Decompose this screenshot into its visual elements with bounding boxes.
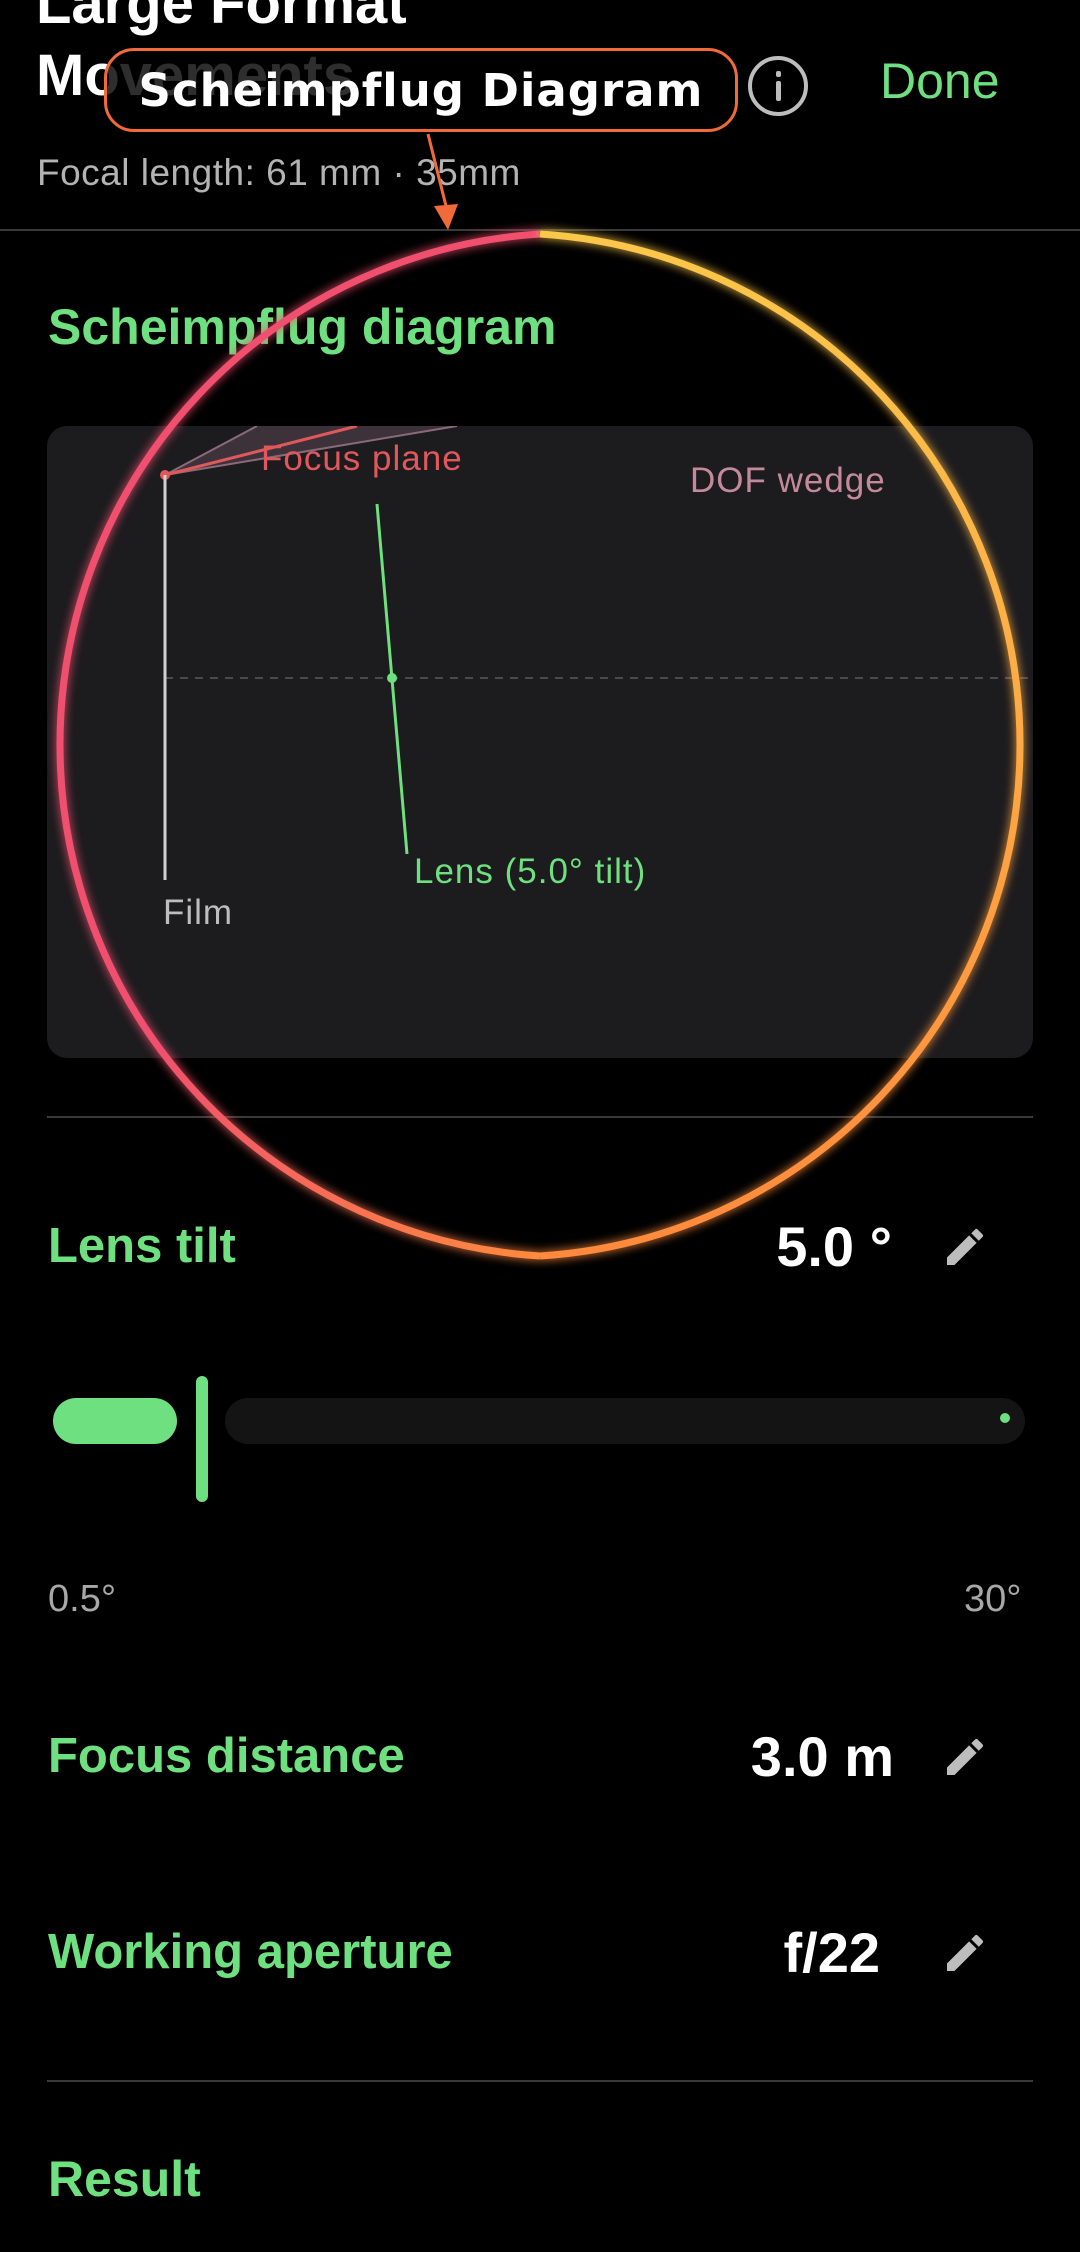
film-label: Film (163, 893, 233, 932)
section-divider-2 (47, 2080, 1033, 2082)
lens-center-dot (387, 673, 397, 683)
header-divider (0, 229, 1080, 231)
lens-tilt-value: 5.0 ° (776, 1215, 892, 1278)
dof-wedge-label: DOF wedge (690, 461, 886, 500)
slider-active-track (53, 1398, 177, 1444)
working-aperture-edit-icon[interactable] (941, 1929, 989, 1977)
slider-thumb[interactable] (196, 1376, 208, 1502)
scheimpflug-diagram-card: Focus plane DOF wedge Lens (5.0° tilt) F… (47, 426, 1033, 1058)
working-aperture-label: Working aperture (48, 1925, 453, 1979)
result-heading: Result (48, 2151, 201, 2207)
focus-distance-label: Focus distance (48, 1729, 405, 1783)
info-icon-dot (776, 71, 781, 77)
scheimpflug-diagram: Focus plane DOF wedge Lens (5.0° tilt) F… (160, 426, 1033, 932)
section-divider-1 (47, 1116, 1033, 1118)
focus-plane-label: Focus plane (261, 439, 463, 478)
info-icon[interactable] (748, 56, 808, 116)
focus-distance-edit-icon[interactable] (941, 1733, 989, 1781)
annotation-callout-label: Scheimpflug Diagram (138, 63, 704, 117)
annotation-callout: Scheimpflug Diagram (104, 48, 738, 132)
lens-tilt-slider[interactable] (47, 1376, 1033, 1502)
info-icon-bar (776, 81, 781, 101)
focal-length-subtitle: Focal length: 61 mm · 35mm (37, 152, 521, 193)
slider-stop-indicator (1000, 1413, 1010, 1423)
scheimpflug-section-heading: Scheimpflug diagram (48, 299, 557, 355)
lens-tilt-label: Lens tilt (48, 1219, 236, 1273)
slider-inactive-track (225, 1398, 1025, 1444)
lens-tilt-edit-icon[interactable] (941, 1223, 989, 1271)
slider-min-label: 0.5° (48, 1578, 117, 1620)
working-aperture-value: f/22 (783, 1921, 881, 1984)
done-button[interactable]: Done (880, 52, 1000, 110)
focus-distance-value: 3.0 m (750, 1725, 894, 1788)
lens-label: Lens (5.0° tilt) (414, 852, 646, 891)
slider-max-label: 30° (964, 1578, 1022, 1620)
